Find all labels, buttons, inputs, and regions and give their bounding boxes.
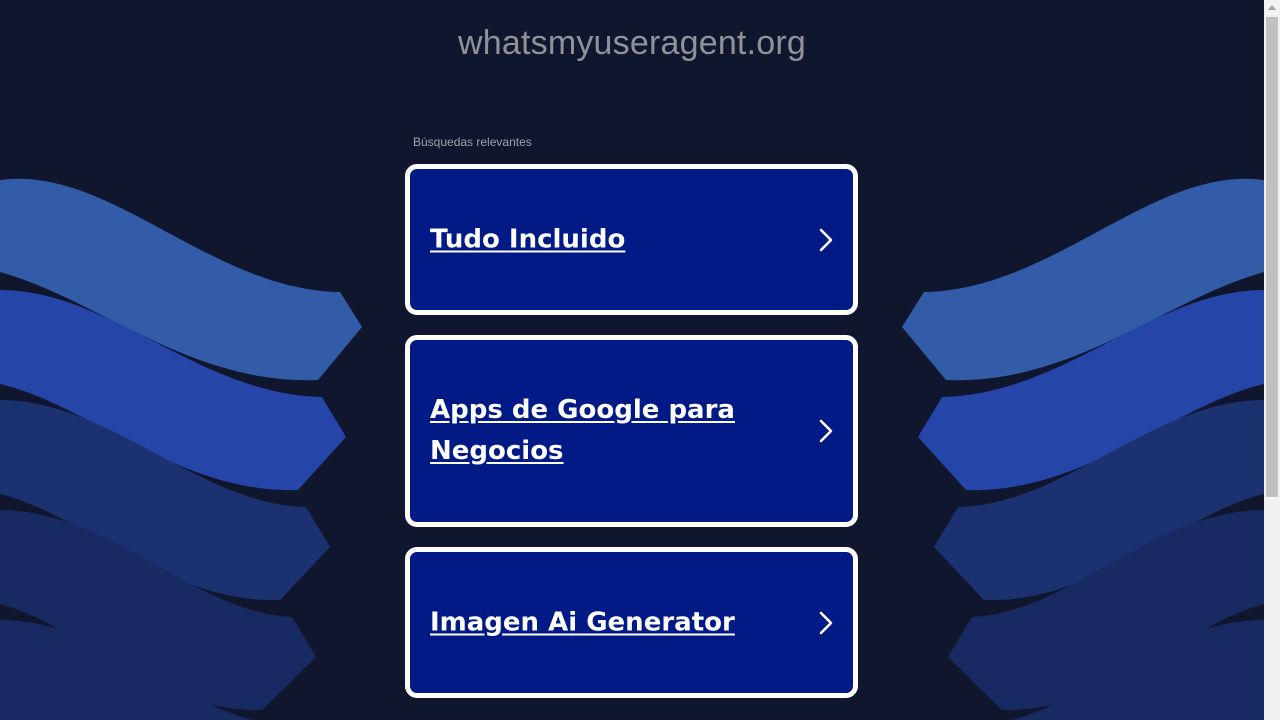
scrollbar-thumb[interactable]: [1266, 17, 1278, 497]
related-search-card[interactable]: Tudo Incluido: [405, 164, 858, 315]
related-search-card[interactable]: Apps de Google para Negocios: [405, 335, 858, 527]
chevron-right-icon: [819, 419, 833, 443]
related-search-link[interactable]: Imagen Ai Generator: [430, 602, 783, 643]
scroll-up-arrow-icon[interactable]: [1268, 5, 1276, 10]
chevron-right-icon: [819, 228, 833, 251]
vertical-scrollbar[interactable]: [1264, 0, 1280, 720]
related-search-link[interactable]: Tudo Incluido: [430, 219, 783, 260]
page-viewport: whatsmyuseragent.org Búsquedas relevante…: [0, 0, 1264, 720]
site-domain-title: whatsmyuseragent.org: [458, 24, 806, 62]
related-search-card[interactable]: Imagen Ai Generator: [405, 547, 858, 698]
related-searches-label: Búsquedas relevantes: [413, 135, 532, 149]
chevron-right-icon: [819, 611, 833, 634]
related-search-link[interactable]: Apps de Google para Negocios: [430, 390, 783, 472]
